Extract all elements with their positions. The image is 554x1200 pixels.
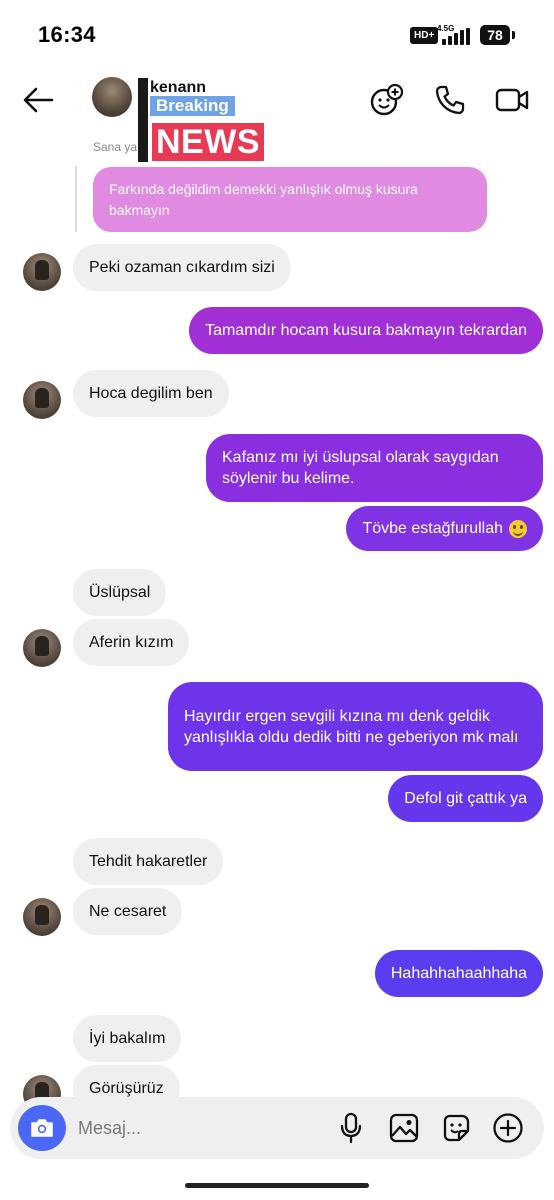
- hd-badge: HD+: [410, 27, 439, 44]
- home-indicator: [185, 1183, 369, 1188]
- back-arrow-icon: [23, 87, 54, 113]
- sender-avatar[interactable]: [23, 381, 61, 419]
- message-outgoing[interactable]: Tövbe estağfurullah: [346, 506, 543, 551]
- breaking-news-overlay: Breaking NEWS: [136, 78, 276, 163]
- overlay-breaking-label: Breaking: [150, 94, 235, 116]
- sender-avatar[interactable]: [23, 629, 61, 667]
- battery-tip: [512, 31, 515, 39]
- add-emoji-button[interactable]: [367, 80, 407, 120]
- battery-icon: 78: [480, 25, 510, 45]
- status-bar: 16:34 HD+ 4.5G 78: [0, 0, 554, 70]
- message-outgoing[interactable]: Hayırdır ergen sevgili kızına mı denk ge…: [168, 682, 543, 771]
- message-incoming[interactable]: Ne cesaret: [73, 888, 183, 935]
- message-composer: [10, 1097, 544, 1159]
- message-incoming[interactable]: Tehdit hakaretler: [73, 838, 224, 885]
- sticker-icon: [443, 1114, 470, 1142]
- reply-label: Sana ya: [93, 140, 138, 154]
- gallery-icon: [389, 1113, 419, 1143]
- status-time: 16:34: [38, 22, 96, 47]
- chat-header: kenann Breaking NEWS: [0, 70, 554, 163]
- overlay-bar: [138, 78, 148, 162]
- video-call-icon: [495, 88, 529, 112]
- reply-line: [75, 166, 77, 232]
- message-input[interactable]: [78, 1115, 318, 1141]
- back-button[interactable]: [18, 80, 58, 120]
- phone-icon: [435, 85, 465, 115]
- sender-avatar[interactable]: [23, 253, 61, 291]
- add-emoji-icon: [370, 83, 404, 116]
- camera-icon: [31, 1119, 53, 1137]
- message-text: Tövbe estağfurullah: [362, 520, 503, 537]
- voice-message-button[interactable]: [334, 1111, 368, 1145]
- grinning-face-emoji: [509, 519, 527, 538]
- sender-avatar[interactable]: [23, 898, 61, 936]
- message-incoming[interactable]: Peki ozaman cıkardım sizi: [73, 244, 291, 291]
- more-options-button[interactable]: [491, 1111, 525, 1145]
- message-incoming[interactable]: Aferin kızım: [73, 619, 190, 666]
- overlay-news-label: NEWS: [150, 121, 266, 163]
- gallery-button[interactable]: [387, 1111, 421, 1145]
- video-call-button[interactable]: [492, 80, 532, 120]
- message-incoming[interactable]: Üslüpsal: [73, 569, 167, 616]
- message-incoming[interactable]: İyi bakalım: [73, 1015, 182, 1062]
- message-outgoing[interactable]: Kafanız mı iyi üslupsal olarak saygıdan …: [206, 434, 543, 502]
- camera-button[interactable]: [18, 1105, 66, 1151]
- voice-call-button[interactable]: [430, 80, 470, 120]
- reply-bubble[interactable]: Farkında değildim demekki yanlışlık olmu…: [93, 167, 487, 232]
- sticker-button[interactable]: [439, 1111, 473, 1145]
- signal-icon: [442, 28, 470, 45]
- contact-avatar[interactable]: [92, 77, 132, 117]
- message-incoming[interactable]: Hoca degilim ben: [73, 370, 229, 417]
- message-outgoing[interactable]: Tamamdır hocam kusura bakmayın tekrardan: [189, 307, 543, 354]
- message-outgoing[interactable]: Hahahhahaahhaha: [374, 950, 543, 997]
- microphone-icon: [340, 1112, 362, 1144]
- message-outgoing[interactable]: Defol git çattık ya: [388, 775, 543, 822]
- plus-circle-icon: [493, 1113, 523, 1143]
